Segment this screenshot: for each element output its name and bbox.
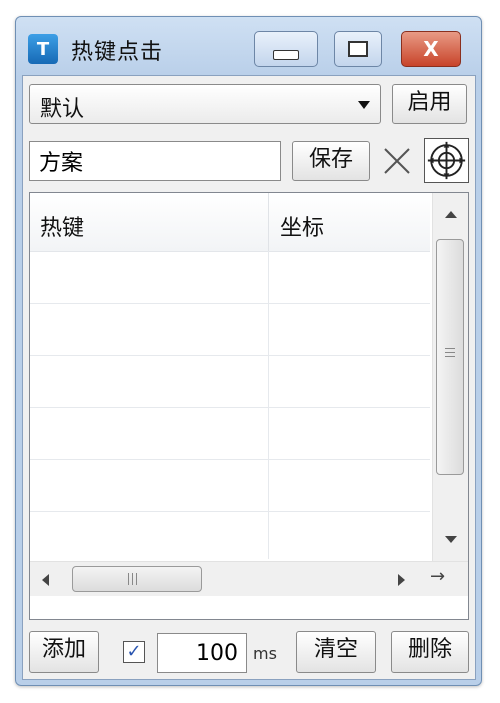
hotkey-table[interactable]: 热键 坐标 → — [29, 192, 469, 620]
scroll-right-icon[interactable] — [398, 574, 405, 586]
close-icon: X — [423, 37, 439, 61]
vertical-scroll-thumb[interactable] — [436, 239, 464, 475]
crosshair-target-icon[interactable] — [424, 138, 469, 183]
table-row[interactable] — [30, 407, 430, 460]
window-title: 热键点击 — [71, 40, 164, 65]
dropdown-arrow-icon — [358, 101, 370, 109]
column-divider[interactable] — [268, 193, 269, 251]
scroll-down-icon[interactable] — [445, 536, 457, 543]
interval-checkbox[interactable]: ✓ — [123, 641, 145, 663]
table-row[interactable] — [30, 459, 430, 512]
scroll-left-icon[interactable] — [42, 574, 49, 586]
title-bar[interactable]: T 热键点击 X — [16, 17, 481, 75]
table-row[interactable] — [30, 355, 430, 408]
table-row[interactable] — [30, 303, 430, 356]
add-button[interactable]: 添加 — [29, 631, 99, 673]
table-header: 热键 坐标 — [30, 193, 430, 252]
table-row[interactable] — [30, 251, 430, 304]
scroll-up-icon[interactable] — [445, 211, 457, 218]
app-icon-letter: T — [36, 38, 50, 60]
clear-x-icon[interactable] — [382, 146, 412, 176]
column-divider-line — [268, 251, 269, 559]
scroll-right-end-icon[interactable]: → — [430, 566, 445, 587]
grip-icon — [128, 573, 140, 585]
enable-button[interactable]: 启用 — [392, 84, 467, 124]
maximize-icon — [348, 41, 368, 57]
column-header-coordinate[interactable]: 坐标 — [280, 210, 324, 242]
horizontal-scrollbar[interactable]: → — [30, 561, 468, 596]
scheme-select-value: 默认 — [40, 97, 85, 122]
interval-input[interactable] — [157, 633, 247, 673]
save-button[interactable]: 保存 — [292, 141, 370, 181]
clear-button[interactable]: 清空 — [296, 631, 376, 673]
app-icon: T — [28, 34, 58, 64]
interval-unit-label: ms — [253, 644, 277, 663]
hotkey-click-window: T 热键点击 X 默认 启用 保存 热键 — [15, 16, 482, 686]
scheme-select[interactable]: 默认 — [29, 84, 381, 124]
grip-icon — [445, 348, 455, 360]
minimize-icon — [273, 50, 299, 60]
delete-button[interactable]: 删除 — [391, 631, 469, 673]
table-row[interactable] — [30, 511, 430, 564]
maximize-button[interactable] — [334, 31, 382, 67]
vertical-scrollbar[interactable] — [432, 193, 468, 561]
horizontal-scroll-thumb[interactable] — [72, 566, 202, 592]
client-area: 默认 启用 保存 热键 坐标 — [22, 75, 476, 680]
column-header-hotkey[interactable]: 热键 — [40, 210, 84, 242]
scheme-name-input[interactable] — [29, 141, 281, 181]
minimize-button[interactable] — [254, 31, 318, 67]
checkbox-check-icon: ✓ — [126, 641, 142, 662]
close-button[interactable]: X — [401, 31, 461, 67]
